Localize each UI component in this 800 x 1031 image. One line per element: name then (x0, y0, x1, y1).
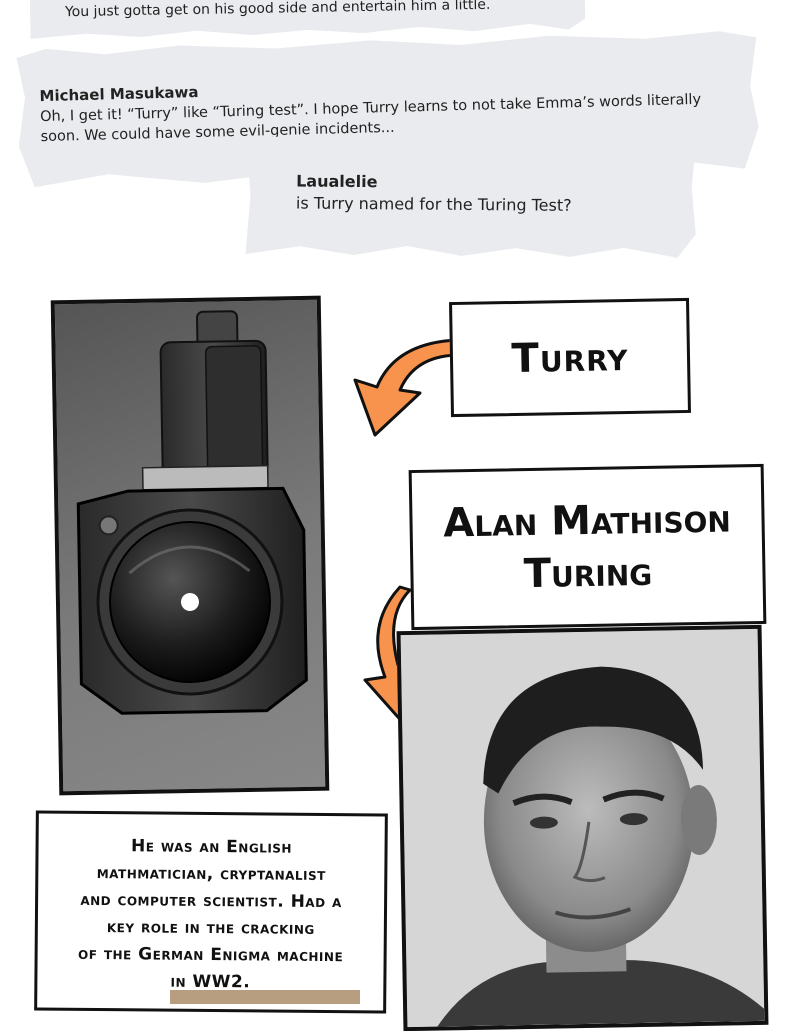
comment-card-3: Laualelie is Turry named for the Turing … (245, 136, 696, 258)
security-camera-icon (76, 310, 308, 715)
arrow-to-camera-icon (353, 338, 462, 437)
alan-turing-label-box: Alan Mathison Turing (408, 463, 767, 631)
turry-label-box: Turry (449, 297, 691, 418)
comment-author: Michael Masukawa (39, 82, 199, 106)
bio-line-2: mathmatician, cryptanalist (96, 863, 326, 886)
alan-label-line2: Turing (523, 548, 653, 598)
comment-text: You just gotta get on his good side and … (64, 0, 491, 21)
alan-label-line1: Alan Mathison (442, 495, 732, 547)
bio-line-4: key role in the cracking (106, 917, 315, 939)
turry-label: Turry (511, 333, 629, 382)
bio-caption-box: He was an English mathmatician, cryptana… (34, 810, 388, 1014)
bio-line-5: of the German Enigma machine (77, 943, 344, 967)
bio-line-3: and computer scientist. Had a (80, 889, 342, 913)
tan-strip (170, 990, 360, 1004)
turry-camera-panel (50, 295, 330, 796)
bio-line-1: He was an English (130, 836, 293, 858)
comment-text: is Turry named for the Turing Test? (295, 193, 572, 215)
comment-author: Laualelie (296, 171, 378, 192)
turing-portrait-panel (396, 624, 769, 1031)
portrait-photo-icon (400, 628, 765, 1028)
comment-card-1: You just gotta get on his good side and … (30, 0, 586, 39)
